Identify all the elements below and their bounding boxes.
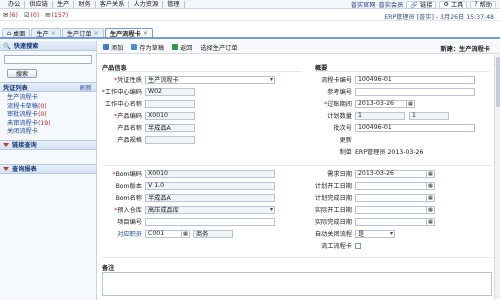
close-icon[interactable]: × [51,30,56,37]
ref-no-field[interactable] [355,87,475,96]
voucher-list-header: 凭证列表 刷新 [0,82,96,92]
voucher-type-select[interactable]: 生产流程卡 [145,75,275,84]
remark-textarea[interactable] [102,272,492,296]
calendar-icon[interactable]: ▦ [426,182,434,189]
calendar-icon[interactable]: ▦ [406,100,414,107]
bom-name-field[interactable]: 半成品A [145,193,275,202]
posting-date-field[interactable]: 2013-03-26 ▦ [355,99,415,108]
tab-desktop[interactable]: ⌂ 桌面 [2,28,31,38]
top-menu-item[interactable]: 管理 [163,0,185,8]
remark-label: 备注 [102,265,115,272]
workcenter-name-field[interactable] [145,99,195,108]
calendar-icon[interactable]: ▦ [426,194,434,201]
actual-start-field[interactable]: ▦ [355,205,435,214]
staff-code-field[interactable]: C001 ▦ [145,229,190,238]
top-menu-bar: 办公 供应链 生产 财务 客户关系 人力资源 管理 普实官网 普实会员 🔗 链接 ⚙ 工具 ? 帮… [0,0,500,9]
staff-name-field[interactable]: 商务 [193,229,233,238]
list-item[interactable]: 未审流程卡(19) [7,120,92,129]
tab-bar: ⌂ 桌面 生产 × 生产订单 × 生产流程卡 × [0,28,500,39]
task-icon: ☑ [23,11,30,19]
mail-icon: ✉ [45,11,51,19]
list-item[interactable]: 审批流程卡(0) [7,111,92,120]
bom-version-field[interactable]: V 1.0 [145,181,275,190]
refresh-link[interactable]: 刷新 [80,83,92,92]
tab-production-order[interactable]: 生产订单 × [61,28,104,38]
scrollbar[interactable] [494,55,500,299]
warehouse-select[interactable]: 高压成品库 [145,205,275,214]
search-icon: 🔍 [3,42,11,50]
product-code-field[interactable]: X0010 [145,111,195,120]
batch-field[interactable]: 100496-01 [355,123,475,132]
list-item[interactable]: 生产流程卡 [7,94,92,103]
process-card-checkbox[interactable] [355,242,361,249]
tab-process-card[interactable]: 生产流程卡 × [104,28,153,38]
member-link[interactable]: 普实会员 [379,0,404,9]
tool-icon: ⚙ [443,1,449,8]
calendar-icon[interactable]: ▦ [426,206,434,213]
product-name-field[interactable]: 半成品A [145,123,195,132]
plan-qty-field-2[interactable]: 1 [409,111,449,120]
back-button[interactable]: 返回 [170,43,194,52]
top-menu-item[interactable]: 客户关系 [96,0,130,8]
project-field[interactable] [145,217,275,226]
home-icon: ⌂ [7,29,11,37]
add-button[interactable]: 添加 [101,43,125,52]
top-menu-item[interactable]: 财务 [74,0,96,8]
task-count[interactable]: ☑ (0) [24,12,39,19]
top-menu-item[interactable]: 供应链 [25,0,53,8]
report-header[interactable]: 查询报表 [0,163,96,174]
toolbar: 添加 存为草稿 返回 选择生产订单 新建：生产流程卡 [98,41,500,54]
auto-close-select[interactable]: 是 [355,229,395,238]
tab-production[interactable]: 生产 × [31,28,61,38]
status-row: ✉ (6) ☑ (0) ✉ (157) ERP管理员 [普实] - 3月26日 15:… [0,10,500,21]
plan-start-field[interactable]: ▦ [355,181,435,190]
mail-count[interactable]: ✉ (157) [45,12,68,19]
list-item[interactable]: 关闭流程卡 [7,128,92,137]
plan-end-field[interactable]: ▦ [355,193,435,202]
calendar-icon[interactable]: ▦ [426,218,434,225]
list-item[interactable]: 流程卡草稿(0) [7,103,92,112]
link-icon: 🔗 [410,1,419,9]
tools-button[interactable]: ⚙ 工具 [439,0,468,9]
help-icon: ? [474,1,478,8]
select-order-button[interactable]: 选择生产订单 [199,43,240,52]
product-spec-field[interactable] [145,135,195,144]
workcenter-code-field[interactable]: W02 [145,87,195,96]
main-panel: 添加 存为草稿 返回 选择生产订单 新建：生产流程卡 产品信息 概要 凭证性质 … [98,41,500,300]
message-icon: ✉ [3,11,9,19]
request-date-field[interactable]: 2013-03-26 ▦ [355,169,435,178]
search-button[interactable]: 搜索 [7,69,37,78]
save-draft-button[interactable]: 存为草稿 [129,43,166,52]
back-icon [172,44,179,50]
collapse-icon [3,142,9,147]
link-query-header[interactable]: 链接查询 [0,139,96,150]
search-input[interactable] [4,55,92,64]
card-no-field[interactable]: 100496-01 [355,75,475,84]
voucher-list: 生产流程卡 流程卡草稿(0) 审批流程卡(0) 未审流程卡(19) 关闭流程卡 [0,92,96,140]
website-link[interactable]: 普实官网 [351,0,376,9]
calendar-icon[interactable]: ▦ [426,170,434,177]
sidebar: 🔍 快速搜索 搜索 凭证列表 刷新 生产流程卡 流程卡草稿(0) 审批流程卡(0) … [0,41,97,300]
message-count[interactable]: ✉ (6) [3,12,18,19]
close-icon[interactable]: × [143,30,148,37]
top-menu-item[interactable]: 人力资源 [129,0,164,8]
quick-search-header[interactable]: 🔍 快速搜索 [0,41,96,51]
save-icon [131,44,138,50]
lookup-icon[interactable]: ▦ [181,230,189,237]
close-icon[interactable]: × [94,30,99,37]
collapse-icon [3,166,9,171]
links-button[interactable]: 🔗 链接 [406,0,437,9]
actual-end-field[interactable]: ▦ [355,217,435,226]
plan-qty-field[interactable]: 1 [355,111,405,120]
add-icon [103,44,109,50]
creator-value: ERP管理员 2013-03-26 [355,149,424,156]
user-info: ERP管理员 [普实] - 3月26日 15:37:48 [384,14,494,21]
top-menu-item[interactable]: 生产 [53,0,75,8]
bom-code-field[interactable]: X0010 [145,169,275,178]
top-menu-item[interactable]: 办公 [4,0,26,8]
help-button[interactable]: ? 帮助 [470,0,496,9]
scrollbar-thumb[interactable] [496,57,500,107]
page-title: 新建：生产流程卡 [440,46,491,53]
